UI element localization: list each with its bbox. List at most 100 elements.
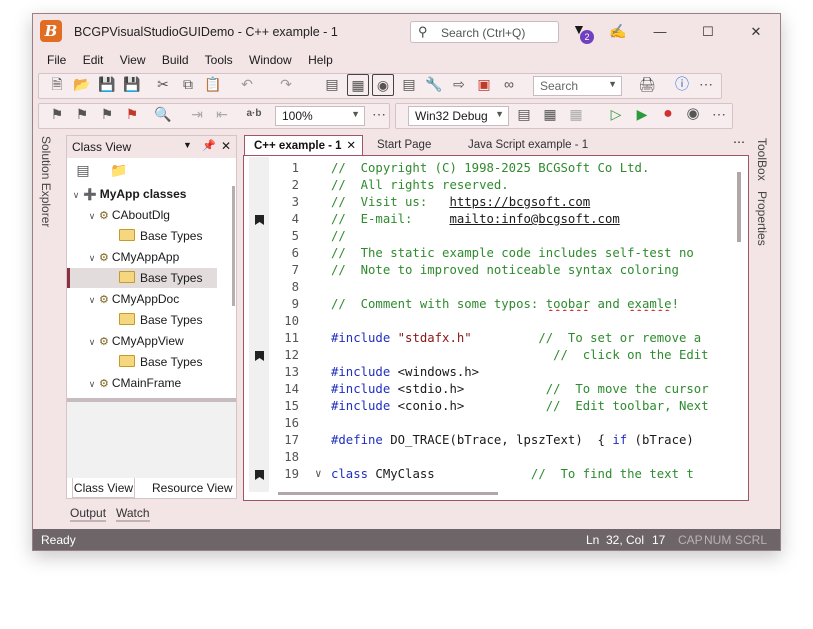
more-icon[interactable]: ⋯ [369,104,389,124]
code-line[interactable]: // click on the Edit [331,348,725,362]
close-tab-icon[interactable]: ✕ [346,136,356,156]
zoom-select[interactable]: 100% ▼ [275,106,365,126]
tree-item[interactable]: ∨ ⚙ CMyAppApp [85,247,180,267]
undo-icon[interactable]: ↶ [237,74,257,94]
record-icon[interactable]: ● [658,104,678,124]
code-line[interactable]: #include <stdio.h> // To move the cursor [331,382,725,396]
tree-item-selected[interactable]: Base Types [119,268,202,288]
code-line[interactable]: #include "stdafx.h" // To set or remove … [331,331,725,345]
output-toggle-icon[interactable]: ◉ [372,74,394,96]
code-line[interactable]: // The static example code includes self… [331,246,725,260]
save-all-icon[interactable]: 💾 [122,74,142,94]
glasses-icon[interactable]: ∞ [499,74,519,94]
tree-root[interactable]: ∨ ➕ MyApp classes [69,184,187,204]
save-icon[interactable]: 💾 [97,74,117,94]
find-icon[interactable]: 🔍 [153,104,173,124]
indent-icon[interactable]: ⇥ [187,104,207,124]
solution-explorer-tab[interactable]: Solution Explorer [39,136,53,227]
tree-item[interactable]: Base Types [119,310,202,330]
code-line[interactable]: class CMyClass // To find the text t [331,467,725,481]
tree-scrollbar[interactable] [232,186,235,306]
paste-icon[interactable]: 📋 [203,74,223,94]
new-folder-icon[interactable]: 📁 [109,160,129,180]
tab-resource-view[interactable]: Resource View [152,481,232,495]
tree-item[interactable]: Base Types [119,352,202,372]
code-line[interactable]: // Note to improved noticeable syntax co… [331,263,725,277]
toolbox-tab[interactable]: ToolBox [755,138,769,181]
outdent-icon[interactable]: ⇤ [212,104,232,124]
open-folder-icon[interactable]: 📂 [72,74,92,94]
cut-icon[interactable]: ✂ [153,74,173,94]
help-icon[interactable]: ⓘ [672,74,692,94]
pin-icon[interactable]: 📌 [202,139,216,152]
class-view-toggle-icon[interactable]: ▦ [347,74,369,96]
vertical-scrollbar[interactable] [737,172,741,242]
code-line[interactable]: // [331,229,725,243]
menu-help[interactable]: Help [308,53,333,67]
tree-item[interactable]: ∨ ⚙ CMyAppView [85,331,184,351]
tree-item[interactable]: ∨ ⚙ CMainFrame [85,373,182,393]
menu-window[interactable]: Window [249,53,292,67]
code-line[interactable]: // Visit us: https://bcgsoft.com [331,195,725,209]
tree-item[interactable]: Base Types [119,226,202,246]
tabs-more-icon[interactable]: ⋯ [733,135,745,149]
whitespace-label[interactable]: a·b [244,104,264,124]
maximize-button[interactable]: ☐ [698,22,718,42]
bookmark-margin[interactable] [249,157,269,492]
tab-watch[interactable]: Watch [116,506,150,522]
tab-start-page[interactable]: Start Page [368,135,431,155]
menu-tools[interactable]: Tools [205,53,233,67]
code-line[interactable]: // All rights reserved. [331,178,725,192]
tab-output[interactable]: Output [70,506,107,522]
close-panel-icon[interactable]: ✕ [221,139,231,153]
menu-build[interactable]: Build [162,53,189,67]
code-line[interactable]: #define DO_TRACE(bTrace, lpszText) { if … [331,433,725,447]
clear-bookmarks-icon[interactable]: ⚑ [122,104,142,124]
code-line[interactable]: #include <windows.h> [331,365,725,379]
fold-chevron-icon[interactable]: ∨ [315,467,322,480]
tab-javascript-example[interactable]: Java Script example - 1 [459,135,588,155]
new-file-icon[interactable]: 🗎 [47,74,67,94]
notification-button[interactable]: ▼ 2 [572,21,594,45]
close-button[interactable]: ✕ [746,22,766,42]
menu-view[interactable]: View [120,53,146,67]
properties-tab[interactable]: Properties [755,191,769,246]
horizontal-scrollbar[interactable] [278,492,498,495]
code-line[interactable]: // Comment with some typos: toobar and e… [331,297,725,311]
next-bookmark-icon[interactable]: ⚑ [72,104,92,124]
menu-file[interactable]: File [47,53,66,67]
wrench-icon[interactable]: 🔧 [424,74,444,94]
more-icon[interactable]: ⋯ [696,74,716,94]
start-page-icon[interactable]: ▤ [399,74,419,94]
tree-item[interactable]: ∨ ⚙ CMyAppDoc [85,289,180,309]
toolbar-search-input[interactable]: Search ▼ [533,76,622,96]
tree-item[interactable]: ∨ ⚙ CAboutDlg [85,205,170,225]
breakpoint-icon[interactable]: ◉ [683,104,703,124]
code-line[interactable]: // E-mail: mailto:info@bcgsoft.com [331,212,725,226]
code-line[interactable]: #include <conio.h> // Edit toolbar, Next [331,399,725,413]
minimize-button[interactable]: — [650,22,670,42]
debug-icon[interactable]: ▶ [632,104,652,124]
print-icon[interactable]: 🖨 [637,74,657,94]
export-icon[interactable]: ⇨ [449,74,469,94]
window-icon[interactable]: ▤ [322,74,342,94]
copy-icon[interactable]: ⧉ [178,74,198,94]
rebuild-icon[interactable]: ▦ [540,104,560,124]
prev-bookmark-icon[interactable]: ⚑ [97,104,117,124]
build-icon[interactable]: ▤ [514,104,534,124]
run-icon[interactable]: ▷ [606,104,626,124]
code-line[interactable]: // Copyright (C) 1998-2025 BCGSoft Co Lt… [331,161,725,175]
more-icon[interactable]: ⋯ [709,104,729,124]
feedback-icon[interactable]: ✍ [609,23,626,40]
clean-icon[interactable]: ▦ [566,104,586,124]
tab-class-view[interactable]: Class View [72,478,135,498]
quick-search-input[interactable]: ⚲ Search (Ctrl+Q) [410,21,559,43]
class-view-settings-icon[interactable]: ▤ [73,160,93,180]
bookmark-icon[interactable]: ⚑ [47,104,67,124]
toolbox-icon[interactable]: ▣ [474,74,494,94]
redo-icon[interactable]: ↷ [276,74,296,94]
configuration-select[interactable]: Win32 Debug ▼ [408,106,509,126]
chevron-down-icon[interactable]: ▼ [183,140,192,150]
tab-cpp-example[interactable]: C++ example - 1 ✕ [244,135,363,155]
menu-edit[interactable]: Edit [83,53,104,67]
